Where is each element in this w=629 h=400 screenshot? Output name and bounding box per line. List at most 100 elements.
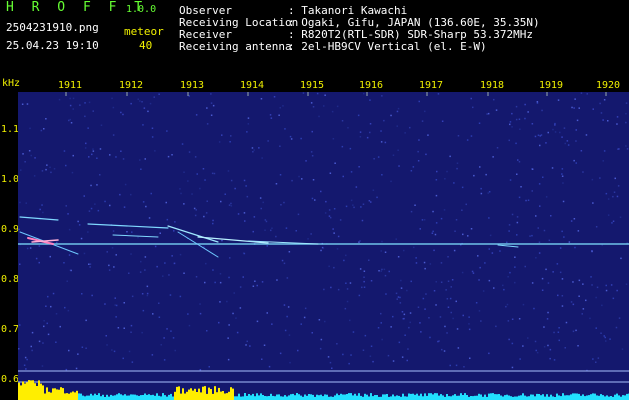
noise-dot — [254, 280, 256, 282]
noise-dot — [166, 218, 169, 221]
noise-dot — [219, 281, 222, 284]
noise-dot — [262, 201, 264, 204]
noise-dot — [505, 305, 507, 308]
noise-dot — [582, 308, 585, 310]
noise-dot — [104, 303, 106, 305]
activity-bar — [576, 393, 578, 400]
activity-bar — [180, 393, 182, 400]
activity-bar — [516, 396, 518, 400]
noise-dot — [363, 270, 366, 272]
noise-dot — [170, 330, 172, 332]
noise-dot — [90, 184, 92, 187]
noise-dot — [246, 131, 248, 133]
activity-bar — [70, 392, 72, 400]
noise-dot — [625, 112, 627, 115]
noise-dot — [195, 276, 198, 278]
noise-dot — [328, 209, 331, 211]
noise-dot — [401, 311, 404, 313]
y-tick-label: 0.6 — [1, 374, 20, 385]
activity-bar — [540, 395, 542, 400]
activity-bar — [238, 393, 240, 400]
noise-dot — [406, 359, 408, 362]
activity-bar — [582, 394, 584, 400]
activity-bar — [626, 393, 628, 400]
noise-dot — [268, 365, 271, 368]
noise-dot — [67, 309, 70, 312]
activity-bar — [530, 394, 532, 400]
activity-bar — [158, 395, 160, 400]
noise-dot — [38, 261, 40, 264]
noise-dot — [205, 212, 208, 214]
noise-dot — [414, 204, 416, 206]
noise-dot — [447, 256, 449, 258]
noise-dot — [104, 200, 106, 203]
noise-dot — [443, 209, 446, 211]
activity-bar — [344, 394, 346, 400]
noise-dot — [625, 121, 627, 124]
noise-dot — [436, 170, 438, 173]
noise-dot — [123, 302, 125, 304]
noise-dot — [279, 107, 281, 109]
activity-bar — [298, 394, 300, 400]
activity-bar — [500, 395, 502, 400]
noise-dot — [580, 92, 583, 94]
noise-dot — [226, 300, 228, 303]
noise-dot — [318, 319, 321, 321]
noise-dot — [556, 263, 559, 265]
noise-dot — [235, 317, 237, 319]
noise-dot — [435, 304, 437, 306]
noise-dot — [325, 200, 327, 203]
noise-dot — [92, 148, 94, 150]
noise-dot — [345, 205, 348, 208]
activity-bar — [272, 395, 274, 400]
noise-dot — [561, 230, 563, 233]
noise-dot — [66, 280, 68, 282]
noise-dot — [39, 208, 41, 211]
activity-bar — [296, 393, 298, 400]
activity-bar — [72, 391, 74, 400]
noise-dot — [131, 361, 134, 363]
noise-dot — [452, 317, 454, 320]
noise-dot — [191, 193, 193, 195]
activity-bar — [562, 393, 564, 400]
x-tick-label: 1919 — [539, 80, 564, 91]
noise-dot — [266, 312, 268, 314]
noise-dot — [615, 326, 618, 329]
noise-dot — [205, 262, 207, 265]
noise-dot — [575, 162, 577, 164]
noise-dot — [300, 323, 302, 325]
noise-dot — [344, 307, 347, 310]
noise-dot — [290, 138, 293, 140]
noise-dot — [514, 256, 516, 258]
activity-bar — [148, 394, 150, 400]
noise-dot — [518, 161, 521, 163]
noise-dot — [559, 247, 562, 249]
activity-bar — [552, 396, 554, 400]
noise-dot — [445, 289, 447, 291]
noise-dot — [154, 150, 156, 152]
noise-dot — [339, 219, 342, 221]
noise-dot — [108, 264, 110, 267]
noise-dot — [536, 102, 539, 104]
noise-dot — [409, 321, 411, 324]
activity-bar — [326, 394, 328, 400]
noise-dot — [488, 248, 490, 250]
activity-bar — [88, 395, 90, 400]
noise-dot — [511, 366, 514, 369]
noise-dot — [245, 185, 247, 187]
activity-bar — [160, 396, 162, 400]
noise-dot — [173, 230, 175, 232]
noise-dot — [210, 102, 213, 104]
noise-dot — [570, 301, 573, 303]
noise-dot — [453, 249, 456, 252]
noise-dot — [565, 321, 568, 324]
noise-dot — [349, 147, 352, 150]
noise-dot — [323, 288, 325, 291]
noise-dot — [329, 361, 332, 364]
activity-bar — [32, 380, 34, 400]
activity-bar — [244, 393, 246, 400]
noise-dot — [20, 169, 22, 171]
x-tick-label: 1916 — [359, 80, 384, 91]
noise-dot — [332, 228, 334, 230]
noise-dot — [63, 262, 65, 264]
